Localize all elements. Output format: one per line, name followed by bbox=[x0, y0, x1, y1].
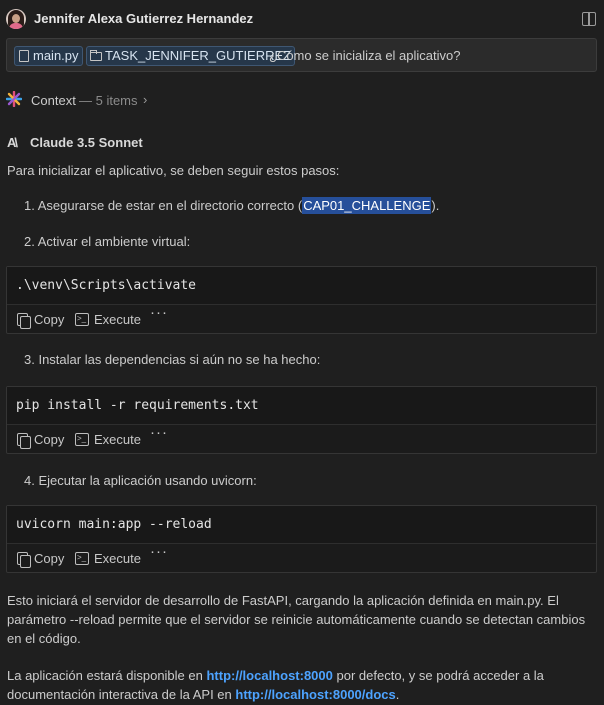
copy-icon[interactable] bbox=[17, 313, 31, 329]
step-1: 1. Asegurarse de estar en el directorio … bbox=[24, 197, 440, 214]
chevron-right-icon[interactable]: › bbox=[143, 92, 147, 107]
model-name: Claude 3.5 Sonnet bbox=[30, 135, 143, 150]
more-options-icon[interactable]: ··· bbox=[150, 543, 168, 560]
copy-icon[interactable] bbox=[17, 433, 31, 449]
code-text[interactable]: pip install -r requirements.txt bbox=[7, 387, 596, 425]
chat-header: Jennifer Alexa Gutierrez Hernandez bbox=[0, 0, 604, 38]
user-prompt: main.py TASK_JENNIFER_GUTIERREZ ¿Cómo se… bbox=[6, 38, 597, 72]
terminal-icon[interactable]: >_ bbox=[75, 313, 89, 326]
prompt-question: ¿Cómo se inicializa el aplicativo? bbox=[269, 48, 461, 63]
user-avatar[interactable] bbox=[6, 9, 26, 29]
execute-button[interactable]: Execute bbox=[94, 432, 141, 447]
docs-link[interactable]: http://localhost:8000/docs bbox=[235, 687, 395, 702]
summary-line: en el código. bbox=[7, 631, 81, 646]
context-count: — 5 items bbox=[79, 93, 138, 108]
code-block: .\venv\Scripts\activate Copy >_ Execute … bbox=[6, 266, 597, 334]
anthropic-icon: A\ bbox=[7, 135, 18, 150]
more-options-icon[interactable]: ··· bbox=[150, 424, 168, 441]
final-line: La aplicación estará disponible en http:… bbox=[7, 668, 544, 683]
code-block: pip install -r requirements.txt Copy >_ … bbox=[6, 386, 597, 454]
more-options-icon[interactable]: ··· bbox=[150, 304, 168, 321]
file-chip[interactable]: main.py bbox=[14, 46, 83, 66]
terminal-icon[interactable]: >_ bbox=[75, 552, 89, 565]
folder-chip[interactable]: TASK_JENNIFER_GUTIERREZ bbox=[86, 46, 296, 66]
summary-line: Esto iniciará el servidor de desarrollo … bbox=[7, 593, 559, 608]
folder-icon bbox=[90, 50, 102, 61]
file-chip-label: main.py bbox=[33, 48, 79, 63]
step-4: 4. Ejecutar la aplicación usando uvicorn… bbox=[24, 473, 257, 488]
copy-icon[interactable] bbox=[17, 552, 31, 568]
step-2: 2. Activar el ambiente virtual: bbox=[24, 234, 191, 249]
context-label[interactable]: Context bbox=[31, 93, 76, 108]
summary-line: parámetro --reload permite que el servid… bbox=[7, 612, 586, 627]
code-text[interactable]: uvicorn main:app --reload bbox=[7, 506, 596, 544]
code-block: uvicorn main:app --reload Copy >_ Execut… bbox=[6, 505, 597, 573]
code-text[interactable]: .\venv\Scripts\activate bbox=[7, 267, 596, 305]
step-3: 3. Instalar las dependencias si aún no s… bbox=[24, 352, 321, 367]
context-sparkle-icon bbox=[6, 91, 22, 107]
terminal-icon[interactable]: >_ bbox=[75, 433, 89, 446]
copy-button[interactable]: Copy bbox=[34, 312, 64, 327]
copy-button[interactable]: Copy bbox=[34, 432, 64, 447]
split-panel-icon[interactable] bbox=[582, 12, 596, 26]
localhost-link[interactable]: http://localhost:8000 bbox=[206, 668, 332, 683]
folder-chip-label: TASK_JENNIFER_GUTIERREZ bbox=[105, 48, 292, 63]
copy-button[interactable]: Copy bbox=[34, 551, 64, 566]
execute-button[interactable]: Execute bbox=[94, 551, 141, 566]
user-name: Jennifer Alexa Gutierrez Hernandez bbox=[34, 11, 254, 26]
execute-button[interactable]: Execute bbox=[94, 312, 141, 327]
file-icon bbox=[19, 50, 29, 62]
final-line: documentación interactiva de la API en h… bbox=[7, 687, 400, 702]
directory-highlight: CAP01_CHALLENGE bbox=[302, 197, 432, 214]
response-intro: Para inicializar el aplicativo, se deben… bbox=[7, 163, 340, 178]
